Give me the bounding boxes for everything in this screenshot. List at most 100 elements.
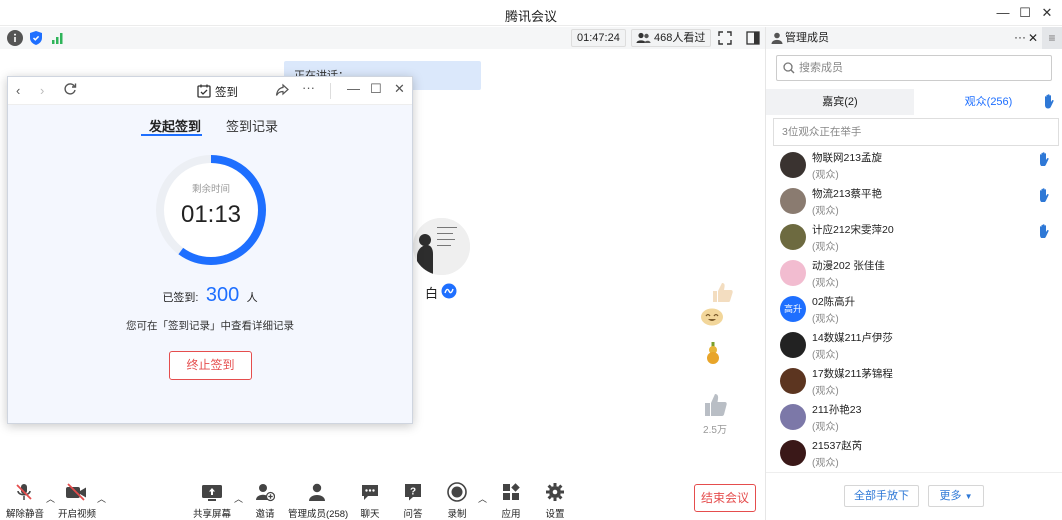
more-dropdown-button[interactable]: 更多 ▼ [928, 485, 984, 507]
member-icon [771, 32, 783, 44]
info-icon[interactable] [7, 30, 23, 46]
tab-guests[interactable]: 嘉宾(2) [766, 89, 914, 115]
gear-icon [546, 483, 564, 501]
chat-button[interactable]: 聊天 [357, 482, 383, 520]
more-icon[interactable]: ··· [302, 80, 315, 95]
apps-icon [503, 483, 520, 500]
participant-avatar [413, 218, 470, 275]
member-row[interactable]: 物流213蔡平艳 (观众) [766, 183, 1062, 219]
member-row[interactable]: 211孙艳23 (观众) [766, 399, 1062, 435]
security-shield-icon[interactable] [28, 30, 44, 46]
member-row[interactable]: 14数媒211卢伊莎 (观众) [766, 327, 1062, 363]
panel-close-icon[interactable]: ✕ [1028, 27, 1038, 49]
avatar [780, 440, 806, 466]
settings-button[interactable]: 设置 [542, 482, 568, 520]
member-list: 物联网213孟旋 (观众) 物流213蔡平艳 (观众) 计应212宋雯萍20 (… [766, 147, 1062, 471]
viewer-count-label: 468人看过 [654, 32, 706, 44]
member-row[interactable]: 计应212宋雯萍20 (观众) [766, 219, 1062, 255]
dialog-close-icon[interactable]: ✕ [394, 81, 405, 97]
back-icon[interactable]: ‹ [16, 83, 20, 98]
member-panel-title: 管理成员 [785, 32, 829, 44]
maximize-icon[interactable]: ☐ [1016, 4, 1034, 22]
member-role: (观众) [812, 422, 839, 433]
like-button-icon[interactable] [702, 392, 728, 421]
apps-button[interactable]: 应用 [498, 482, 524, 520]
member-row[interactable]: 17数媒211茅锦程 (观众) [766, 363, 1062, 399]
member-role: (观众) [812, 350, 839, 361]
signed-count: 300 [205, 284, 240, 306]
member-search-placeholder: 搜索成员 [799, 62, 843, 74]
laugh-reaction-icon [700, 304, 724, 329]
avatar [780, 188, 806, 214]
raised-hand-icon[interactable] [1038, 152, 1049, 166]
share-icon[interactable] [275, 83, 289, 100]
signin-dialog-title: 签到 [215, 87, 238, 99]
member-row[interactable]: 高升 02陈高升 (观众) [766, 291, 1062, 327]
share-screen-button[interactable]: 共享屏幕 [193, 482, 231, 520]
share-screen-label: 共享屏幕 [193, 509, 232, 520]
panel-menu-icon[interactable]: ≡ [1042, 27, 1062, 49]
chevron-down-icon: ▼ [964, 492, 973, 501]
raised-hand-icon[interactable] [1038, 188, 1049, 202]
raised-hand-icon[interactable] [1043, 94, 1055, 109]
stop-signin-button[interactable]: 终止签到 [169, 351, 252, 380]
member-row[interactable]: 21537赵芮 (观众) [766, 435, 1062, 471]
member-panel-header: 管理成员 ··· ✕ ≡ [766, 27, 1062, 49]
member-role: (观众) [812, 206, 839, 217]
remaining-label: 剩余时间 [191, 184, 230, 195]
audio-options-chevron-icon[interactable]: ︿ [46, 492, 55, 505]
member-tabs: 嘉宾(2) 观众(256) [766, 89, 1062, 115]
panel-more-icon[interactable]: ··· [1014, 26, 1026, 48]
raised-hand-icon[interactable] [1038, 224, 1049, 238]
share-options-chevron-icon[interactable]: ︿ [234, 492, 243, 505]
member-row[interactable]: 动漫202 张佳佳 (观众) [766, 255, 1062, 291]
participant-name: 白 [425, 286, 439, 301]
gourd-reaction-icon [704, 342, 722, 367]
avatar [780, 368, 806, 394]
settings-label: 设置 [545, 509, 565, 520]
avatar: 高升 [780, 296, 806, 322]
meeting-duration: 01:47:24 [571, 29, 626, 47]
record-options-chevron-icon[interactable]: ︿ [478, 492, 487, 505]
lower-all-hands-button[interactable]: 全部手放下 [844, 485, 919, 507]
forward-icon[interactable]: › [40, 83, 44, 98]
member-name: 21537赵芮 [812, 440, 863, 452]
member-row[interactable]: 物联网213孟旋 (观众) [766, 147, 1062, 183]
layout-toggle-icon[interactable] [745, 30, 761, 49]
start-video-button[interactable]: 开启视频 [58, 482, 97, 520]
viewer-count[interactable]: 468人看过 [631, 29, 712, 47]
member-search-input[interactable]: 搜索成员 [776, 55, 1052, 81]
signed-summary: 已签到: 300 人 [8, 284, 412, 307]
member-name: 动漫202 张佳佳 [812, 260, 885, 272]
qa-button[interactable]: ? 问答 [400, 482, 426, 520]
video-options-chevron-icon[interactable]: ︿ [97, 492, 106, 505]
calendar-check-icon [197, 84, 211, 101]
avatar [780, 224, 806, 250]
camera-off-icon [66, 483, 86, 501]
tab-signin-records[interactable]: 签到记录 [226, 116, 278, 135]
tab-audience[interactable]: 观众(256) [914, 89, 1062, 115]
refresh-icon[interactable] [63, 82, 77, 99]
active-tab-underline [141, 134, 202, 136]
member-name: 17数媒211茅锦程 [812, 368, 893, 380]
invite-button[interactable]: 邀请 [252, 482, 278, 520]
dialog-maximize-icon[interactable]: ☐ [370, 81, 382, 97]
add-user-icon [256, 484, 275, 502]
manage-members-button[interactable]: 管理成员(258) [288, 482, 348, 520]
start-video-label: 开启视频 [58, 509, 97, 520]
fullscreen-icon[interactable] [717, 30, 733, 49]
search-icon [783, 62, 795, 74]
network-signal-icon[interactable] [50, 30, 66, 46]
dialog-minimize-icon[interactable]: — [347, 81, 360, 96]
end-meeting-button[interactable]: 结束会议 [694, 484, 756, 512]
record-button[interactable]: 录制 [444, 482, 470, 520]
avatar [780, 332, 806, 358]
record-icon [447, 482, 467, 502]
close-icon[interactable]: ✕ [1038, 4, 1056, 22]
tab-start-signin[interactable]: 发起签到 [149, 116, 201, 135]
invite-label: 邀请 [255, 509, 275, 520]
meeting-toolbar: 解除静音 ︿ 开启视频 ︿ 共享屏幕 ︿ 邀请 管理成员(258) 聊天 ? 问… [0, 476, 765, 520]
unmute-button[interactable]: 解除静音 [6, 482, 44, 520]
minimize-icon[interactable]: — [994, 4, 1012, 22]
window-titlebar: 腾讯会议 — ☐ ✕ [0, 0, 1062, 26]
